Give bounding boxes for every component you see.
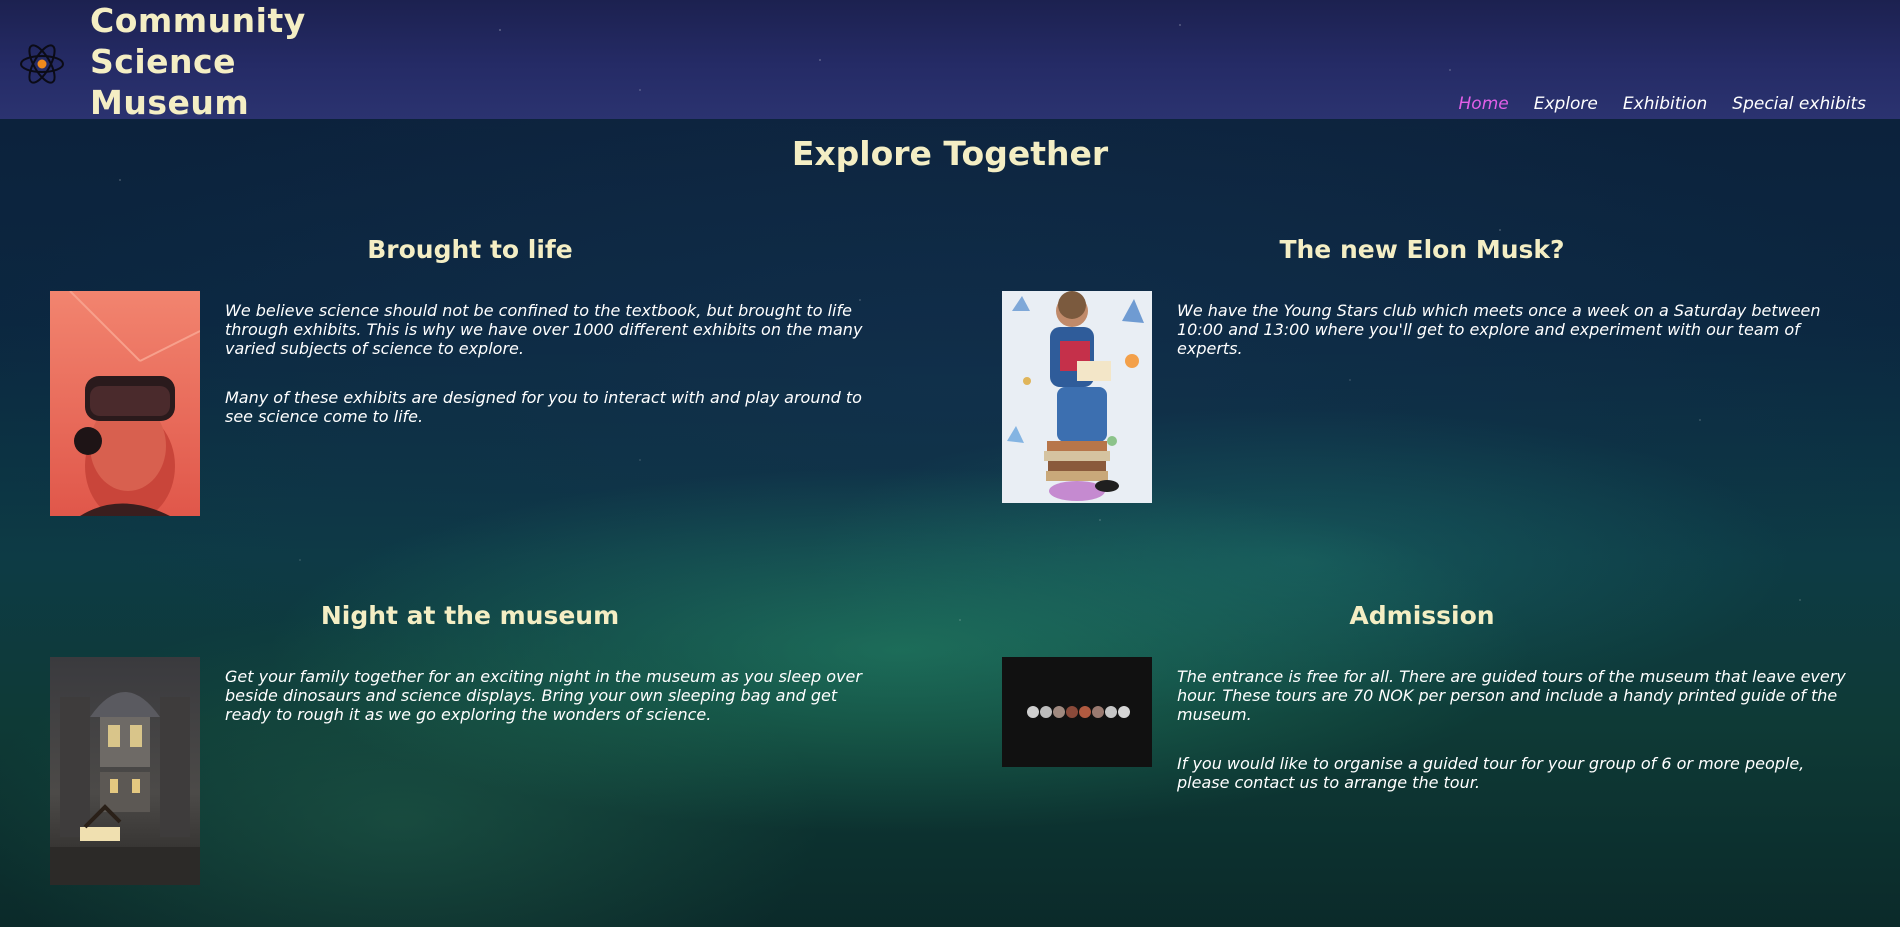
main-nav: Home Explore Exhibition Special exhibits <box>1459 94 1866 114</box>
card-title: Night at the museum <box>320 601 620 630</box>
card-paragraph: If you would like to organise a guided t… <box>1177 754 1805 792</box>
card-text: We believe science should not be confine… <box>225 301 875 456</box>
atom-logo-icon[interactable] <box>18 40 66 88</box>
card-paragraph: The entrance is free for all. There are … <box>1177 667 1846 724</box>
site-header: Community Science Museum Home Explore Ex… <box>0 0 1900 122</box>
nav-item-exhibition[interactable]: Exhibition <box>1623 94 1707 114</box>
boy-reading-on-books-photo <box>1002 291 1152 503</box>
card-paragraph: Get your family together for an exciting… <box>225 667 862 724</box>
brand-line: Science <box>90 42 236 81</box>
museum-hall-photo <box>50 657 200 885</box>
card-paragraph: Many of these exhibits are designed for … <box>225 388 862 426</box>
page-title: Explore Together <box>791 134 1109 173</box>
card-text: The entrance is free for all. There are … <box>1177 667 1857 822</box>
nav-item-special-exhibits[interactable]: Special exhibits <box>1732 94 1866 114</box>
card-title: Admission <box>1349 601 1495 630</box>
lunar-eclipse-phases-photo <box>1002 657 1152 767</box>
site-brand[interactable]: Community Science Museum <box>90 0 306 123</box>
brand-line: Museum <box>90 83 250 122</box>
brand-line: Community <box>90 1 306 40</box>
card-text: We have the Young Stars club which meets… <box>1177 301 1857 388</box>
card-text: Get your family together for an exciting… <box>225 667 875 754</box>
nav-item-explore[interactable]: Explore <box>1534 94 1598 114</box>
vr-headset-child-photo <box>50 291 200 516</box>
nav-item-home[interactable]: Home <box>1459 94 1509 114</box>
card-title: The new Elon Musk? <box>1279 235 1565 264</box>
card-paragraph: We have the Young Stars club which meets… <box>1177 301 1821 358</box>
card-title: Brought to life <box>367 235 573 264</box>
card-paragraph: We believe science should not be confine… <box>225 301 863 358</box>
